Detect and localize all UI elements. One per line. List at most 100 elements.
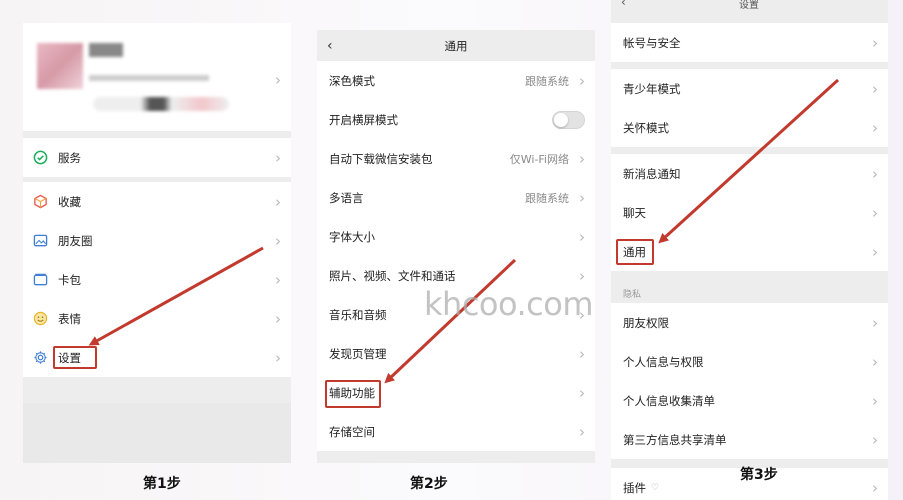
setting-chat[interactable]: 聊天 › [611, 193, 888, 232]
chevron-right-icon: › [579, 422, 585, 441]
chevron-right-icon: › [872, 118, 878, 137]
gear-icon [32, 350, 48, 366]
moments-photo-icon [32, 233, 48, 249]
setting-account-security[interactable]: 帐号与安全 › [611, 23, 888, 62]
step-label: 第3步 [740, 467, 778, 483]
chevron-right-icon: › [579, 344, 585, 363]
setting-storage[interactable]: 存储空间 › [317, 412, 595, 451]
navigation-bar: ‹ 设置 [611, 0, 888, 11]
step-label: 第1步 [143, 476, 181, 492]
setting-personal-info-permissions[interactable]: 个人信息与权限 › [611, 342, 888, 381]
menu-item-label: 朋友圈 [58, 233, 93, 248]
emoji-smile-icon [32, 311, 48, 327]
setting-label: 照片、视频、文件和通话 [329, 268, 456, 283]
favorites-cube-icon [32, 194, 48, 210]
panel-me: › 服务 › 收藏 › 朋友圈 › 卡包 › 表情 › 设置 › [23, 23, 291, 463]
setting-language[interactable]: 多语言 跟随系统 › [317, 178, 595, 217]
menu-item-favorites[interactable]: 收藏 › [23, 182, 291, 221]
chevron-right-icon: › [872, 164, 878, 183]
menu-item-label: 卡包 [58, 272, 81, 287]
step-label: 第2步 [410, 476, 448, 492]
menu-item-moments[interactable]: 朋友圈 › [23, 221, 291, 260]
setting-personal-info-list[interactable]: 个人信息收集清单 › [611, 381, 888, 420]
chevron-right-icon: › [579, 71, 585, 90]
empty-area [23, 403, 291, 463]
chevron-right-icon: › [872, 478, 878, 497]
chevron-right-icon: › [275, 348, 281, 367]
chevron-right-icon: › [579, 149, 585, 168]
setting-teen-mode[interactable]: 青少年模式 › [611, 69, 888, 108]
chevron-right-icon: › [872, 313, 878, 332]
chevron-right-icon: › [275, 270, 281, 289]
setting-dark-mode[interactable]: 深色模式 跟随系统 › [317, 61, 595, 100]
back-arrow-icon[interactable]: ‹ [327, 38, 333, 54]
page-title: 设置 [739, 0, 759, 11]
setting-notifications[interactable]: 新消息通知 › [611, 154, 888, 193]
menu-item-label: 服务 [58, 150, 81, 165]
setting-label: 存储空间 [329, 424, 375, 439]
section-header-privacy: 隐私 [611, 281, 888, 303]
setting-value: 跟随系统 [525, 74, 569, 88]
highlight-settings [53, 346, 97, 369]
setting-label: 青少年模式 [623, 81, 681, 96]
setting-label: 聊天 [623, 205, 646, 220]
setting-label: 插件 [623, 480, 646, 495]
chevron-right-icon: › [872, 352, 878, 371]
setting-label: 新消息通知 [623, 166, 681, 181]
setting-friend-permissions[interactable]: 朋友权限 › [611, 303, 888, 342]
setting-label: 开启横屏模式 [329, 112, 398, 127]
setting-label: 帐号与安全 [623, 35, 681, 50]
wechat-pay-icon [32, 150, 48, 166]
status-redacted [93, 97, 229, 111]
setting-label: 个人信息收集清单 [623, 393, 715, 408]
setting-landscape-mode[interactable]: 开启横屏模式 [317, 100, 595, 139]
menu-item-stickers[interactable]: 表情 › [23, 299, 291, 338]
chevron-right-icon: › [275, 231, 281, 250]
chevron-right-icon: › [579, 383, 585, 402]
setting-discover-management[interactable]: 发现页管理 › [317, 334, 595, 373]
chevron-right-icon: › [872, 203, 878, 222]
avatar [37, 43, 83, 89]
wechat-id-redacted [89, 75, 209, 81]
chevron-right-icon: › [275, 71, 281, 89]
chevron-right-icon: › [872, 33, 878, 52]
landscape-toggle[interactable] [552, 110, 585, 129]
setting-auto-download[interactable]: 自动下载微信安装包 仅Wi-Fi网络 › [317, 139, 595, 178]
setting-label: 音乐和音频 [329, 307, 387, 322]
card-wallet-icon [32, 272, 48, 288]
setting-value: 跟随系统 [525, 191, 569, 205]
setting-label: 发现页管理 [329, 346, 387, 361]
chevron-right-icon: › [579, 227, 585, 246]
chevron-right-icon: › [275, 309, 281, 328]
setting-label: 自动下载微信安装包 [329, 151, 433, 166]
chevron-right-icon: › [872, 391, 878, 410]
watermark: khcoo.com [424, 285, 594, 323]
menu-item-label: 收藏 [58, 194, 81, 209]
setting-label: 深色模式 [329, 73, 375, 88]
menu-item-label: 表情 [58, 311, 81, 326]
navigation-bar: ‹ 通用 [317, 30, 595, 61]
setting-third-party-sharing[interactable]: 第三方信息共享清单 › [611, 420, 888, 459]
chevron-right-icon: › [275, 148, 281, 167]
setting-care-mode[interactable]: 关怀模式 › [611, 108, 888, 147]
setting-label: 朋友权限 [623, 315, 669, 330]
shield-icon: ♡ [651, 482, 660, 493]
chevron-right-icon: › [872, 430, 878, 449]
setting-font-size[interactable]: 字体大小 › [317, 217, 595, 256]
chevron-right-icon: › [275, 192, 281, 211]
highlight-accessibility [325, 380, 381, 408]
page-title: 通用 [444, 38, 468, 53]
setting-value: 仅Wi-Fi网络 [509, 152, 569, 166]
chevron-right-icon: › [579, 188, 585, 207]
setting-label: 个人信息与权限 [623, 354, 704, 369]
setting-label: 字体大小 [329, 229, 375, 244]
setting-label: 关怀模式 [623, 120, 669, 135]
highlight-general [616, 239, 654, 265]
chevron-right-icon: › [872, 242, 878, 261]
setting-label: 多语言 [329, 190, 364, 205]
nickname-redacted [89, 43, 123, 57]
menu-item-services[interactable]: 服务 › [23, 138, 291, 177]
profile-card[interactable]: › [23, 23, 291, 131]
menu-item-card-wallet[interactable]: 卡包 › [23, 260, 291, 299]
back-arrow-icon[interactable]: ‹ [621, 0, 626, 9]
